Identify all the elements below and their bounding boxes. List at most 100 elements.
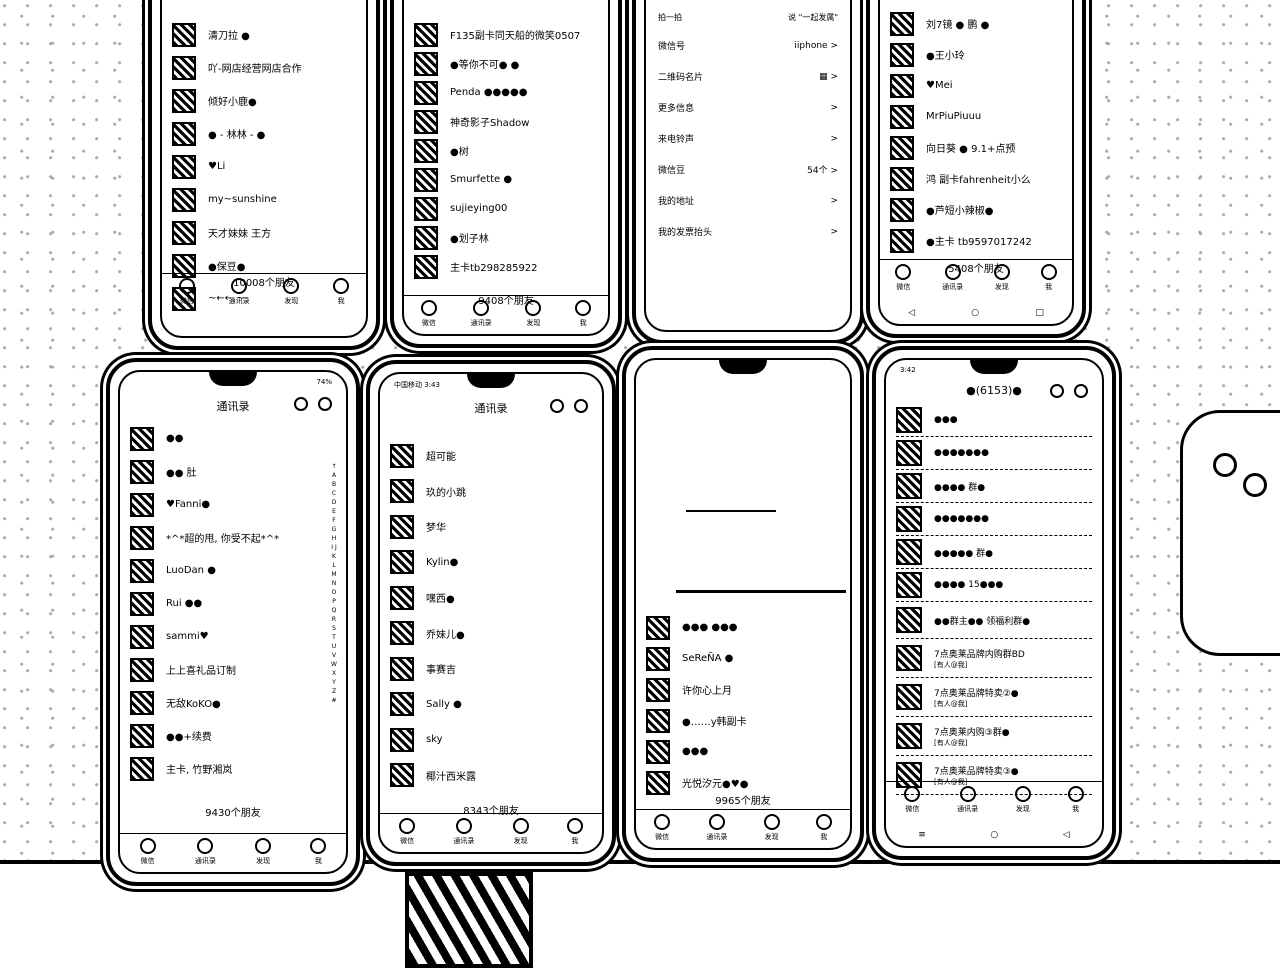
contact-row[interactable]: sky xyxy=(390,722,578,758)
add-icon[interactable] xyxy=(574,399,588,413)
chat-row[interactable]: ●●●● 15●●● xyxy=(896,569,1092,602)
tab-discover[interactable]: 发现 xyxy=(283,274,300,308)
chat-row[interactable]: ●●●●● 群● xyxy=(896,536,1092,569)
contact-row[interactable]: ● - 林林 - ● xyxy=(172,117,342,150)
contact-row[interactable]: 超可能 xyxy=(390,438,578,474)
tab-discover[interactable]: 发现 xyxy=(1014,782,1031,816)
tab-discover[interactable]: 发现 xyxy=(512,814,529,848)
tab-chats[interactable]: 微信 xyxy=(178,274,195,308)
contact-row[interactable]: 鸿 副卡fahrenheit小么 xyxy=(890,163,1048,194)
chat-row[interactable]: ●●群主●● 领福利群● xyxy=(896,602,1092,639)
contact-row[interactable]: 嘿西● xyxy=(390,580,578,616)
tab-chats[interactable]: 微信 xyxy=(904,782,921,816)
alphabet-index[interactable]: ↑ A B C D E F G H I J K L M N O P Q R S … xyxy=(330,462,338,705)
contact-row[interactable]: F135副卡同天船的微笑0507 xyxy=(414,20,584,49)
contact-row[interactable]: ●芦短小辣椒● xyxy=(890,194,1048,225)
tab-me[interactable]: 我 xyxy=(310,834,327,868)
contact-row[interactable]: 椰汁西米露 xyxy=(390,758,578,794)
contact-row[interactable]: ●……y韩副卡 xyxy=(646,705,826,736)
chat-row[interactable]: ●●●●●●● xyxy=(896,437,1092,470)
contact-row[interactable]: ♥Li xyxy=(172,150,342,183)
menu-item-my-address[interactable]: 我的地址 > xyxy=(658,185,838,216)
tab-contacts[interactable]: 通讯录 xyxy=(453,814,474,848)
contact-row[interactable]: ●划子林 xyxy=(414,223,584,252)
contact-row[interactable]: Rui ●● xyxy=(130,587,322,620)
tab-chats[interactable]: 微信 xyxy=(895,260,912,294)
tab-chats[interactable]: 微信 xyxy=(139,834,156,868)
contact-row[interactable]: SeReÑA ● xyxy=(646,643,826,674)
search-icon[interactable] xyxy=(550,399,564,413)
tab-me[interactable]: 我 xyxy=(333,274,350,308)
contact-row[interactable]: 事赛吉 xyxy=(390,651,578,687)
contact-row[interactable]: 神奇影子Shadow xyxy=(414,107,584,136)
tab-contacts[interactable]: 通讯录 xyxy=(706,810,727,844)
recents-icon[interactable]: □ xyxy=(1035,308,1044,318)
tab-discover[interactable]: 发现 xyxy=(993,260,1010,294)
tab-chats[interactable]: 微信 xyxy=(420,296,437,330)
back-icon[interactable]: ◁ xyxy=(1063,830,1070,840)
search-icon[interactable] xyxy=(1050,384,1064,398)
contact-row[interactable]: ♥Fanni● xyxy=(130,488,322,521)
contact-row[interactable]: 许你心上月 xyxy=(646,674,826,705)
contact-row[interactable]: Sally ● xyxy=(390,687,578,723)
menu-item-more-info[interactable]: 更多信息 > xyxy=(658,92,838,123)
tab-contacts[interactable]: 通讯录 xyxy=(957,782,978,816)
contact-row[interactable]: ●● xyxy=(130,422,322,455)
contact-row[interactable]: ●树 xyxy=(414,136,584,165)
menu-icon[interactable]: ≡ xyxy=(918,830,926,840)
contact-row[interactable]: Kylin● xyxy=(390,545,578,581)
back-icon[interactable]: ◁ xyxy=(908,308,915,318)
contact-row[interactable]: 玖的小跳 xyxy=(390,474,578,510)
contact-row[interactable]: my~sunshine xyxy=(172,183,342,216)
tab-me[interactable]: 我 xyxy=(1067,782,1084,816)
contact-row[interactable]: sammi♥ xyxy=(130,620,322,653)
menu-item-qr-card[interactable]: 二维码名片 ▦ > xyxy=(658,61,838,92)
tab-discover[interactable]: 发现 xyxy=(763,810,780,844)
contact-row[interactable]: ●●● ●●● xyxy=(646,612,826,643)
contact-row[interactable]: Penda ●●●●● xyxy=(414,78,584,107)
contact-row[interactable]: ●王小玲 xyxy=(890,39,1048,70)
tab-discover[interactable]: 发现 xyxy=(255,834,272,868)
contact-row[interactable]: 无敌KoKO● xyxy=(130,686,322,719)
contact-row[interactable]: ●●● xyxy=(646,736,826,767)
contact-row[interactable]: ●主卡 tb9597017242 xyxy=(890,225,1048,256)
contact-row[interactable]: LuoDan ● xyxy=(130,554,322,587)
chat-row[interactable]: ●●● xyxy=(896,404,1092,437)
contact-row[interactable]: 天才妹妹 王方 xyxy=(172,216,342,249)
add-icon[interactable] xyxy=(1074,384,1088,398)
home-icon[interactable]: ○ xyxy=(971,308,979,318)
contact-row[interactable]: Smurfette ● xyxy=(414,165,584,194)
chat-row[interactable]: 7点奥莱品牌内购群BD [有人@我] xyxy=(896,639,1092,678)
tab-discover[interactable]: 发现 xyxy=(525,296,542,330)
tab-me[interactable]: 我 xyxy=(575,296,592,330)
chat-row[interactable]: ●●●● 群● xyxy=(896,470,1092,503)
tab-chats[interactable]: 微信 xyxy=(654,810,671,844)
chat-row[interactable]: ●●●●●●● xyxy=(896,503,1092,536)
contact-row[interactable]: MrPiuPiuuu xyxy=(890,101,1048,132)
search-icon[interactable] xyxy=(294,397,308,411)
tab-contacts[interactable]: 通讯录 xyxy=(195,834,216,868)
contact-row[interactable]: 乔妹儿● xyxy=(390,616,578,652)
tab-me[interactable]: 我 xyxy=(815,810,832,844)
chat-row[interactable]: 7点奥莱品牌特卖②● [有人@我] xyxy=(896,678,1092,717)
home-icon[interactable]: ○ xyxy=(990,830,998,840)
contact-row[interactable]: ●等你不可● ● xyxy=(414,49,584,78)
tab-contacts[interactable]: 通讯录 xyxy=(471,296,492,330)
tab-me[interactable]: 我 xyxy=(1040,260,1057,294)
add-icon[interactable] xyxy=(318,397,332,411)
contact-row[interactable]: 吖-网店经营网店合作 xyxy=(172,51,342,84)
contact-row[interactable]: 上上喜礼品订制 xyxy=(130,653,322,686)
contact-row[interactable]: 梦华 xyxy=(390,509,578,545)
menu-item-wechat-id[interactable]: 微信号 iiphone > xyxy=(658,30,838,61)
contact-row[interactable]: *^*超的甩, 你受不起*^* xyxy=(130,521,322,554)
contact-row[interactable]: ●●+续费 xyxy=(130,719,322,752)
contact-row[interactable]: 倾好小鹿● xyxy=(172,84,342,117)
contact-row[interactable]: 主卡tb298285922 xyxy=(414,252,584,281)
tab-contacts[interactable]: 通讯录 xyxy=(942,260,963,294)
tab-contacts[interactable]: 通讯录 xyxy=(229,274,250,308)
menu-item-wechat-beans[interactable]: 微信豆 54个 > xyxy=(658,154,838,185)
contact-row[interactable]: ♥Mei xyxy=(890,70,1048,101)
contact-row[interactable]: ●● 肚 xyxy=(130,455,322,488)
tab-me[interactable]: 我 xyxy=(566,814,583,848)
menu-item-ringtone[interactable]: 来电铃声 > xyxy=(658,123,838,154)
